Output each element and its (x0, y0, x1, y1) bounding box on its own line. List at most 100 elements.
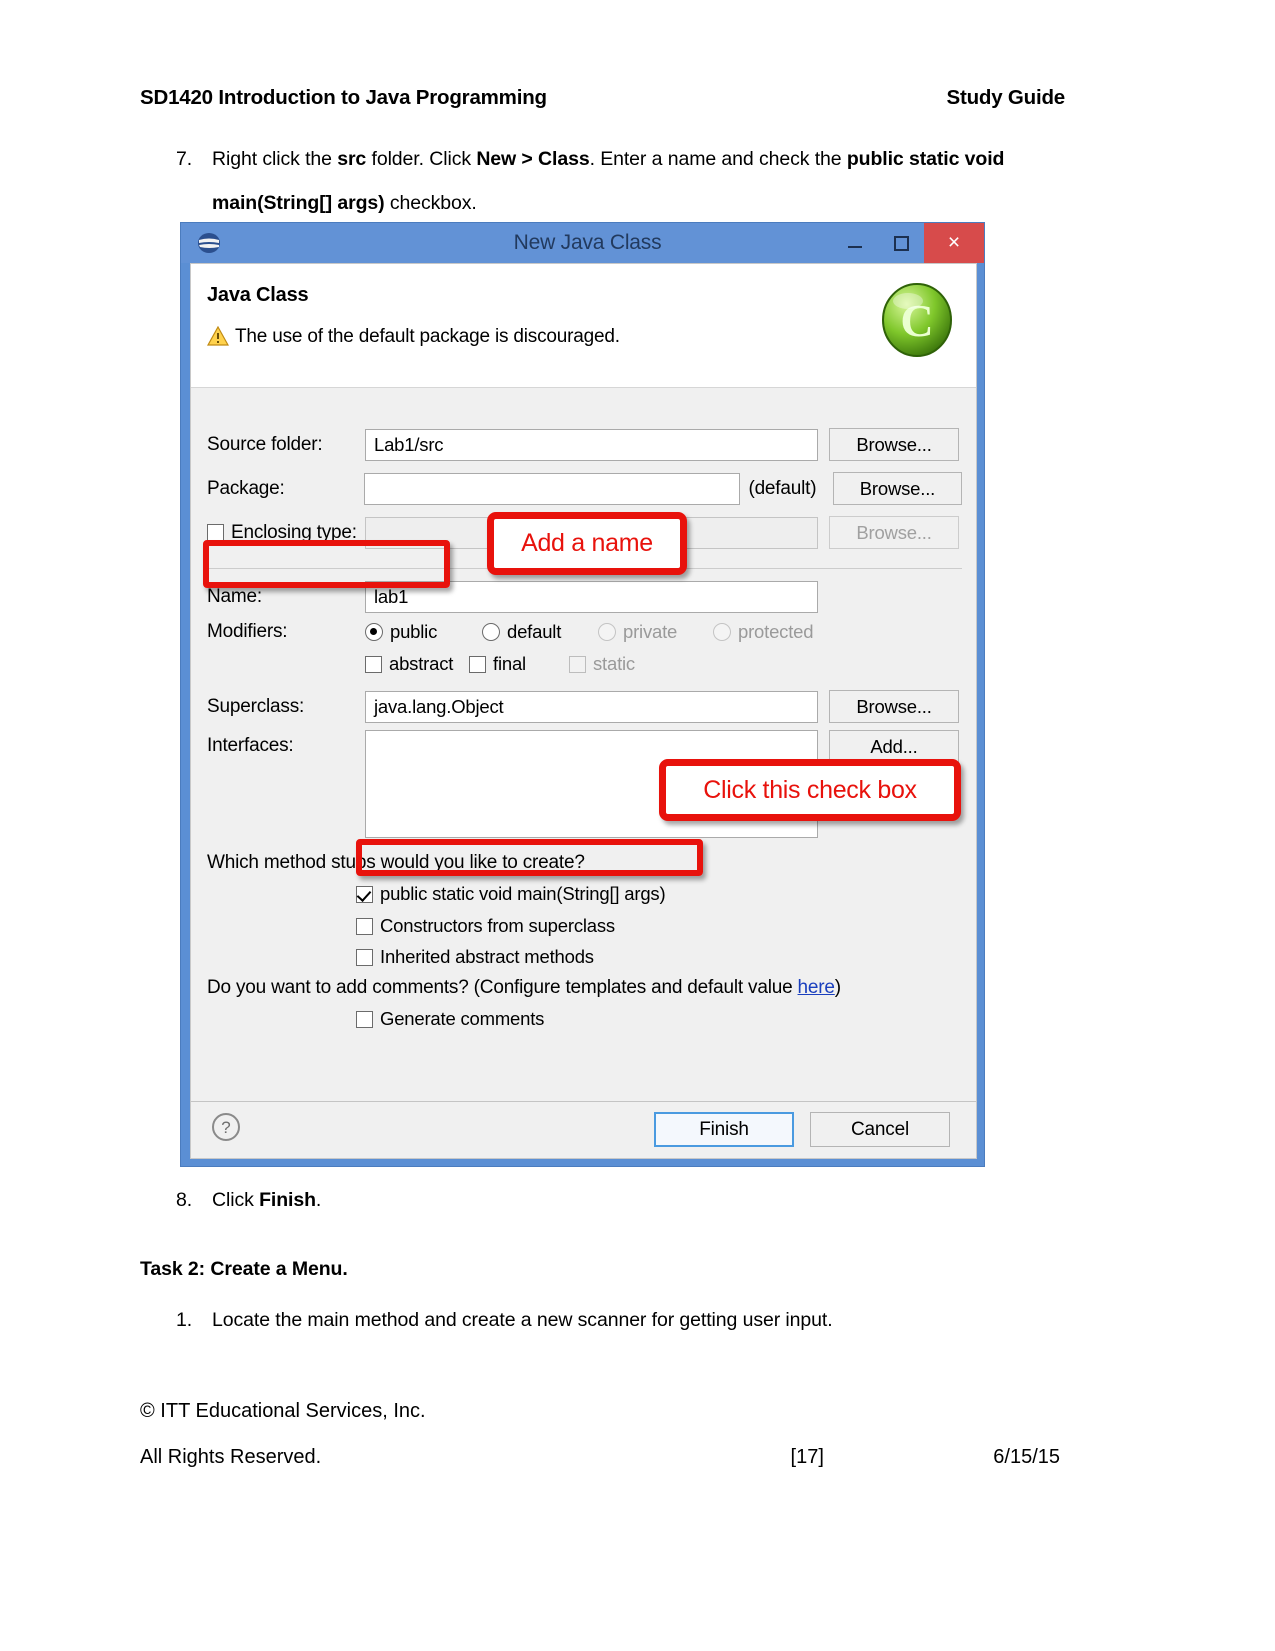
checkbox-main-method-icon (356, 885, 373, 903)
warning-icon (206, 325, 230, 346)
generate-comments-label: Generate comments (380, 1008, 545, 1029)
footer-page-number: [17] (790, 1446, 824, 1468)
enclosing-type-checkbox[interactable] (207, 524, 224, 541)
task-2-step-1-text: Locate the main method and create a new … (212, 1309, 833, 1331)
package-default-hint: (default) (748, 477, 817, 499)
task-2-heading: Task 2: Create a Menu. (140, 1258, 348, 1280)
configure-templates-link[interactable]: here (798, 977, 835, 998)
modifier-public-radio[interactable]: public (365, 621, 482, 643)
step-8-text: Click Finish. (212, 1178, 776, 1222)
modifiers-row: Modifiers: public default private protec… (207, 621, 962, 643)
main-method-label: public static void main(String[] args) (380, 883, 666, 904)
superclass-label: Superclass: (207, 695, 305, 717)
footer-rights: All Rights Reserved. (140, 1446, 322, 1468)
source-folder-browse-button[interactable]: Browse... (829, 428, 959, 461)
step-8-bold1: Finish (259, 1189, 316, 1211)
modifier-abstract-checkbox[interactable]: abstract (365, 653, 469, 675)
help-icon[interactable]: ? (211, 1112, 241, 1142)
package-row: Package: (default) Browse... (207, 472, 962, 505)
modifier-private-label: private (623, 621, 678, 642)
main-method-checkbox-highlight (356, 839, 703, 876)
inherited-checkbox[interactable]: Inherited abstract methods (356, 946, 594, 968)
source-folder-label: Source folder: (207, 433, 323, 455)
step-7-part3: . Enter a name and check the (589, 148, 847, 170)
generate-comments-checkbox[interactable]: Generate comments (356, 1008, 544, 1030)
comments-question-part1: Do you want to add comments? (Configure … (207, 977, 798, 998)
radio-public-icon (365, 623, 383, 641)
radio-protected-icon (713, 623, 731, 641)
comments-question-row: Do you want to add comments? (Configure … (207, 977, 841, 999)
modifiers-label: Modifiers: (207, 621, 288, 642)
banner-message: The use of the default package is discou… (235, 326, 620, 347)
constructors-label: Constructors from superclass (380, 915, 615, 936)
checkbox-inherited-icon (356, 948, 373, 966)
study-guide-page: SD1420 Introduction to Java Programming … (0, 0, 1275, 1651)
maximize-icon[interactable] (878, 223, 924, 263)
step-7-bold1: src (337, 148, 367, 170)
step-7-text: Right click the src folder. Click New > … (212, 137, 1056, 225)
modifier-public-label: public (390, 621, 438, 642)
modifier-default-label: default (507, 621, 562, 642)
task-2-step-1: 1. Locate the main method and create a n… (176, 1298, 1036, 1342)
step-8-part2: . (315, 1189, 322, 1211)
footer-copyright: © ITT Educational Services, Inc. (140, 1400, 426, 1422)
modifier-protected-radio: protected (713, 621, 833, 643)
banner-heading: Java Class (207, 284, 309, 306)
package-input[interactable] (363, 472, 741, 505)
checkbox-final-icon (469, 655, 486, 673)
step-7-number: 7. (176, 148, 193, 170)
modifier-default-radio[interactable]: default (482, 621, 598, 643)
footer-bottom-row: All Rights Reserved. [17] 6/15/15 (140, 1446, 1060, 1469)
header-doc-type: Study Guide (946, 86, 1065, 109)
enclosing-type-browse-button: Browse... (829, 516, 959, 549)
package-label: Package: (207, 477, 285, 499)
superclass-input[interactable]: java.lang.Object (365, 690, 818, 723)
comments-question: Do you want to add comments? (Configure … (207, 977, 841, 999)
step-7-bold2: New > Class (476, 148, 590, 170)
interfaces-label: Interfaces: (207, 735, 294, 756)
modifier-static-label: static (593, 653, 635, 674)
inherited-label: Inherited abstract methods (380, 946, 594, 967)
step-8: 8. Click Finish. (176, 1178, 776, 1222)
step-7-part2: folder. Click (366, 148, 477, 170)
eclipse-icon (197, 231, 221, 255)
minimize-icon[interactable] (832, 223, 878, 263)
dialog-footer: ? Finish Cancel (191, 1101, 976, 1158)
radio-private-icon (598, 623, 616, 641)
step-8-number: 8. (176, 1189, 193, 1211)
add-a-name-callout: Add a name (487, 512, 687, 575)
modifier-final-checkbox[interactable]: final (469, 653, 569, 675)
close-icon[interactable]: × (924, 223, 984, 263)
modifiers-row-2: abstract final static (365, 653, 965, 675)
java-class-logo-icon: C (878, 281, 956, 359)
checkbox-constructors-icon (356, 917, 373, 935)
dialog-body: Java Class The use of the default packag… (190, 263, 977, 1159)
name-field-highlight (203, 540, 450, 588)
superclass-row: Superclass: java.lang.Object Browse... (207, 690, 962, 723)
step-8-part1: Click (212, 1189, 260, 1211)
finish-button[interactable]: Finish (654, 1112, 794, 1147)
name-label: Name: (207, 586, 262, 607)
package-browse-button[interactable]: Browse... (832, 472, 962, 505)
cancel-button[interactable]: Cancel (810, 1112, 950, 1147)
dialog-titlebar[interactable]: New Java Class × (181, 223, 984, 263)
constructors-checkbox[interactable]: Constructors from superclass (356, 915, 615, 937)
main-method-checkbox[interactable]: public static void main(String[] args) (356, 883, 666, 905)
window-controls: × (832, 223, 984, 263)
modifier-private-radio: private (598, 621, 713, 643)
svg-text:?: ? (221, 1118, 230, 1137)
checkbox-abstract-icon (365, 655, 382, 673)
constructors-stub-row: Constructors from superclass (356, 915, 615, 937)
superclass-browse-button[interactable]: Browse... (829, 690, 959, 723)
comments-question-part2: ) (834, 977, 841, 998)
footer-date: 6/15/15 (993, 1446, 1060, 1468)
click-this-check-box-callout: Click this check box (659, 759, 961, 821)
source-folder-input[interactable]: Lab1/src (365, 428, 818, 461)
generate-comments-row: Generate comments (356, 1008, 544, 1030)
new-java-class-dialog: New Java Class × Java Class The use of t… (180, 222, 985, 1167)
header-course-title: SD1420 Introduction to Java Programming (140, 86, 547, 109)
main-method-stub-row: public static void main(String[] args) (356, 883, 666, 905)
checkbox-static-icon (569, 655, 586, 673)
dialog-form: Source folder: Lab1/src Browse... Packag… (191, 388, 976, 1104)
modifier-protected-label: protected (738, 621, 814, 642)
